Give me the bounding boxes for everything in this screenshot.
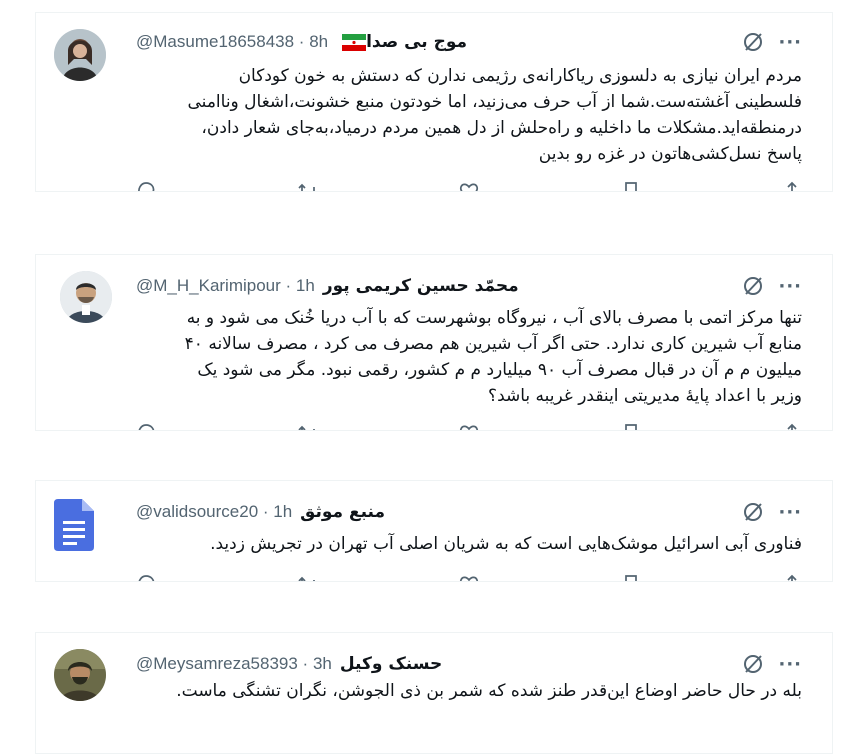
tweet-text: تنها مرکز اتمی با مصرف بالای آب ، نیروگا… bbox=[184, 308, 802, 406]
share-icon[interactable] bbox=[782, 423, 802, 430]
tweet-card[interactable]: منبع موثق @validsource20 · 1h ··· فناوری… bbox=[35, 480, 833, 582]
like-icon[interactable] bbox=[459, 181, 479, 191]
reply-icon[interactable] bbox=[136, 574, 156, 581]
grok-icon[interactable] bbox=[742, 275, 764, 297]
tweet-top-actions: ··· bbox=[742, 497, 802, 527]
handle-and-time[interactable]: @validsource20 · 1h bbox=[136, 502, 292, 522]
iran-flag-icon bbox=[342, 33, 367, 51]
retweet-icon[interactable] bbox=[297, 181, 318, 191]
grok-icon[interactable] bbox=[742, 653, 764, 675]
handle-and-time[interactable]: @Masume18658438 · 8h bbox=[136, 32, 328, 52]
display-name[interactable]: محمّد حسین کریمی پور bbox=[323, 276, 519, 296]
grok-icon[interactable] bbox=[742, 31, 764, 53]
reply-icon[interactable] bbox=[136, 181, 156, 191]
display-name[interactable]: منبع موثق bbox=[300, 502, 385, 522]
share-icon[interactable] bbox=[782, 574, 802, 581]
share-icon[interactable] bbox=[782, 181, 802, 191]
tweet-header: موج بی صدا @Masume18658438 · 8h bbox=[136, 27, 722, 57]
tweet-actions bbox=[136, 423, 802, 430]
more-icon[interactable]: ··· bbox=[778, 654, 802, 675]
more-icon[interactable]: ··· bbox=[778, 32, 802, 53]
bookmark-icon[interactable] bbox=[621, 181, 641, 191]
reply-icon[interactable] bbox=[136, 423, 156, 430]
like-icon[interactable] bbox=[459, 574, 479, 581]
tweet-card[interactable]: محمّد حسین کریمی پور @M_H_Karimipour · 1… bbox=[35, 254, 833, 431]
tweet-top-actions: ··· bbox=[742, 271, 802, 301]
tweet-card[interactable]: موج بی صدا @Masume18658438 · 8h ··· مردم… bbox=[35, 12, 833, 192]
tweet-top-actions: ··· bbox=[742, 649, 802, 679]
retweet-icon[interactable] bbox=[297, 574, 318, 581]
retweet-icon[interactable] bbox=[297, 423, 318, 430]
tweet-header: منبع موثق @validsource20 · 1h bbox=[136, 497, 722, 527]
tweet-top-actions: ··· bbox=[742, 27, 802, 57]
avatar[interactable] bbox=[54, 29, 106, 81]
tweet-actions bbox=[136, 574, 802, 581]
more-icon[interactable]: ··· bbox=[778, 502, 802, 523]
handle-and-time[interactable]: @Meysamreza58393 · 3h bbox=[136, 654, 332, 674]
avatar[interactable] bbox=[54, 649, 106, 701]
tweet-actions bbox=[136, 181, 802, 191]
handle-and-time[interactable]: @M_H_Karimipour · 1h bbox=[136, 276, 315, 296]
tweet-card[interactable]: حسنک وکیل @Meysamreza58393 · 3h ··· بله … bbox=[35, 632, 833, 754]
tweet-text: مردم ایران نیازی به دلسوزی ریاکارانه‌ی ر… bbox=[187, 66, 802, 164]
like-icon[interactable] bbox=[459, 423, 479, 430]
more-icon[interactable]: ··· bbox=[778, 276, 802, 297]
avatar[interactable] bbox=[60, 271, 112, 323]
bookmark-icon[interactable] bbox=[621, 574, 641, 581]
tweet-text: فناوری آبی اسرائیل موشک‌هایی است که به ش… bbox=[210, 534, 802, 554]
tweet-header: حسنک وکیل @Meysamreza58393 · 3h bbox=[136, 649, 722, 679]
bookmark-icon[interactable] bbox=[621, 423, 641, 430]
tweet-text: بله در حال حاضر اوضاع این‌قدر طنز شده که… bbox=[176, 681, 802, 701]
display-name[interactable]: موج بی صدا bbox=[366, 32, 467, 52]
document-icon[interactable] bbox=[54, 499, 94, 551]
display-name[interactable]: حسنک وکیل bbox=[340, 654, 442, 674]
grok-icon[interactable] bbox=[742, 501, 764, 523]
tweet-header: محمّد حسین کریمی پور @M_H_Karimipour · 1… bbox=[136, 271, 722, 301]
